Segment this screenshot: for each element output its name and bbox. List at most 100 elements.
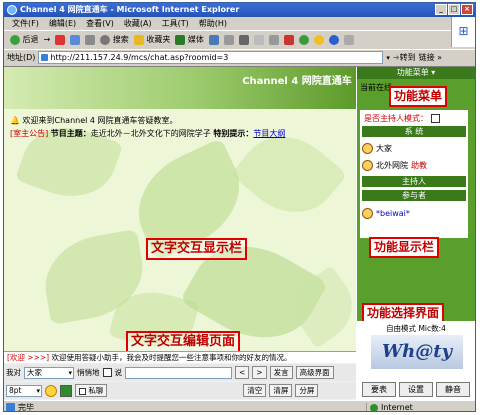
assistant-message: [欢迎 >>>] 欢迎使用答疑小助手，我会及时提醒您一些注意事项和你的好友的情况… xyxy=(4,351,356,363)
star-icon xyxy=(133,34,144,45)
status-bar: 完毕 Internet xyxy=(4,400,475,411)
participants-header: 参与者 xyxy=(362,190,466,201)
participant-item[interactable]: *beiwai* xyxy=(362,206,410,220)
back-icon xyxy=(10,34,20,45)
media-icon xyxy=(175,34,186,45)
menu-view[interactable]: 查看(V) xyxy=(86,17,114,30)
mute-button[interactable]: 静音 xyxy=(436,382,470,397)
whisper-label: 悄悄地 xyxy=(77,368,100,377)
annotation-display: 文字交互显示栏 xyxy=(146,238,248,260)
address-input[interactable]: http://211.157.24.9/mcs/chat.asp?roomid=… xyxy=(38,51,384,64)
home-icon[interactable] xyxy=(85,35,96,45)
system-header: 系 统 xyxy=(362,126,466,137)
ie-icon xyxy=(7,5,17,15)
request-button[interactable]: 要表 xyxy=(362,382,396,397)
annotation-func-menu: 功能菜单 xyxy=(389,86,448,107)
tip-label: 特别提示： xyxy=(213,129,254,138)
media-button[interactable]: 媒体 xyxy=(175,32,204,48)
menu-edit[interactable]: 编辑(E) xyxy=(49,17,76,30)
host-mode-checkbox[interactable] xyxy=(431,114,440,123)
minimize-button[interactable]: _ xyxy=(435,4,447,15)
address-bar: 地址(D) http://211.157.24.9/mcs/chat.asp?r… xyxy=(4,49,475,65)
to-label: 我对 xyxy=(6,368,21,377)
discuss-icon[interactable] xyxy=(268,35,279,45)
avatar xyxy=(362,159,373,171)
address-dropdown-icon[interactable]: ▾ xyxy=(386,54,390,62)
function-menu[interactable]: 功能菜单 ▾ xyxy=(357,67,475,79)
go-button[interactable]: ➜转到 xyxy=(393,52,416,63)
close-button[interactable]: × xyxy=(461,4,473,15)
chevron-down-icon: ▾ xyxy=(431,68,436,77)
welcome-message: 🔔 欢迎来到Channel 4 网院直通车答疑教室。 xyxy=(10,116,178,125)
search-icon xyxy=(100,34,111,45)
title-bar: Channel 4 网院直通车 - Microsoft Internet Exp… xyxy=(4,3,475,17)
status-text: 完毕 xyxy=(4,402,366,411)
go-arrow-icon: ➜ xyxy=(392,53,400,62)
browser-window: Channel 4 网院直通车 - Microsoft Internet Exp… xyxy=(3,2,476,412)
history-icon[interactable] xyxy=(208,35,219,45)
edit-icon[interactable] xyxy=(253,35,264,45)
search-button[interactable]: 搜索 xyxy=(100,32,129,48)
menu-bar: 文件(F) 编辑(E) 查看(V) 收藏(A) 工具(T) 帮助(H) xyxy=(4,17,475,31)
online-label: 当前在线 xyxy=(360,83,392,92)
messenger-icon[interactable] xyxy=(298,35,309,45)
next-button[interactable]: > xyxy=(252,366,267,379)
message-text: 欢迎使用答疑小助手，我会及时提醒您一些注意事项和你的好友的情况。 xyxy=(51,353,292,362)
chat-area: Channel 4 网院直通车 🔔 欢迎来到Channel 4 网院直通车答疑教… xyxy=(4,67,356,401)
globe-icon[interactable] xyxy=(328,35,339,45)
mail-icon[interactable] xyxy=(223,35,234,45)
shield-icon[interactable] xyxy=(283,35,294,45)
stop-icon[interactable] xyxy=(55,35,66,45)
send-button[interactable]: 发言 xyxy=(269,366,293,379)
menu-favorites[interactable]: 收藏(A) xyxy=(124,17,152,30)
channel-banner xyxy=(4,67,356,109)
user-beiwai[interactable]: 北外网院 助教 xyxy=(362,158,427,172)
menu-help[interactable]: 帮助(H) xyxy=(199,17,227,30)
zone-indicator: Internet xyxy=(366,402,413,411)
leaf-background xyxy=(4,67,356,361)
menu-tools[interactable]: 工具(T) xyxy=(162,17,189,30)
message-tag: [欢迎 >>>] xyxy=(7,353,50,362)
user-everyone[interactable]: 大家 xyxy=(362,141,392,155)
message-input[interactable] xyxy=(125,366,232,379)
favorites-button[interactable]: 收藏夹 xyxy=(133,32,170,48)
topic-label: 节目主题： xyxy=(50,129,91,138)
function-panel: 功能菜单 ▾ 当前在线 功能菜单 是否主持人模式： 系 统 大家 北外网院 助教 … xyxy=(357,67,475,401)
back-button[interactable]: 后退 xyxy=(10,32,39,48)
color-picker[interactable] xyxy=(60,384,72,397)
smiley-icon[interactable] xyxy=(313,35,324,45)
annotation-func-display: 功能显示栏 xyxy=(369,237,440,258)
maximize-button[interactable]: □ xyxy=(448,4,460,15)
prev-button[interactable]: < xyxy=(235,366,250,379)
avatar xyxy=(362,207,373,219)
notice-tag: [室主公告] xyxy=(10,129,49,138)
mode-label: 自由模式 Mic数:4 xyxy=(386,324,446,333)
menu-file[interactable]: 文件(F) xyxy=(12,17,39,30)
whisper-checkbox[interactable] xyxy=(102,368,112,377)
settings-button[interactable]: 设置 xyxy=(399,382,433,397)
function-select-area: 自由模式 Mic数:4 Wh@ty 要表 设置 静音 xyxy=(357,321,475,401)
smiley-icon[interactable] xyxy=(45,384,57,397)
editor-row-1: 我对 大家 悄悄地 说 < > 发言 高级界面 xyxy=(4,364,356,381)
topic-text: 走近北外－北外文化下的网院学子 xyxy=(90,129,211,138)
clear-screen-button[interactable]: 清屏 xyxy=(269,384,293,397)
program-outline-link[interactable]: 节目大纲 xyxy=(253,129,285,138)
private-chat-button[interactable]: 私聊 xyxy=(75,384,108,397)
user-list: 是否主持人模式： 系 统 大家 北外网院 助教 主持人 参与者 *beiwai* xyxy=(360,110,468,238)
recipient-select[interactable]: 大家 xyxy=(24,366,74,379)
font-size-select[interactable]: 8pt xyxy=(6,384,42,397)
say-label: 说 xyxy=(114,368,123,377)
links-button[interactable]: 链接 » xyxy=(419,52,442,63)
clear-button[interactable]: 清空 xyxy=(243,384,267,397)
print-icon[interactable] xyxy=(238,35,249,45)
split-screen-button[interactable]: 分屏 xyxy=(295,384,319,397)
mail-check-icon[interactable] xyxy=(343,35,354,45)
editor-row-2: 8pt 私聊 清空 清屏 分屏 xyxy=(4,382,356,399)
private-chat-checkbox xyxy=(79,387,86,395)
advanced-button[interactable]: 高级界面 xyxy=(295,366,334,379)
channel-title: Channel 4 网院直通车 xyxy=(242,76,352,87)
refresh-icon[interactable] xyxy=(70,35,81,45)
windows-logo-icon: ⊞ xyxy=(451,17,475,47)
host-mode-toggle[interactable]: 是否主持人模式： xyxy=(364,113,440,124)
forward-button[interactable]: → xyxy=(44,32,51,48)
